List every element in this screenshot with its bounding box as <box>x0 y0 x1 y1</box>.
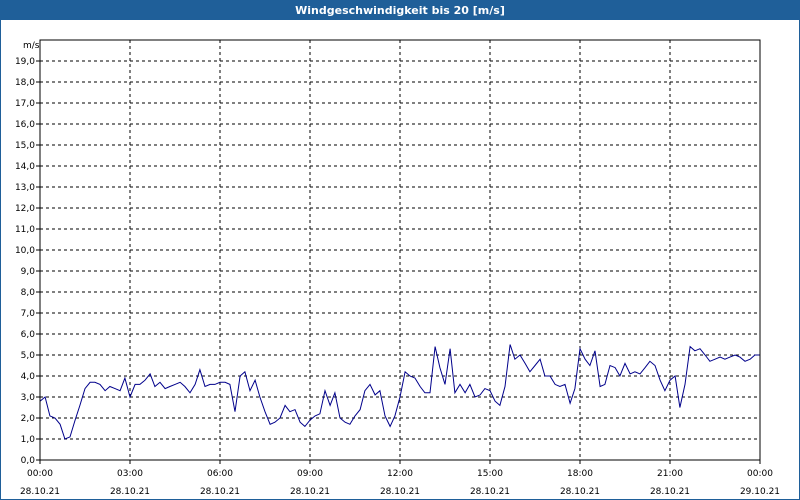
x-tick-date: 28.10.21 <box>650 487 690 497</box>
x-tick-date: 29.10.21 <box>740 487 780 497</box>
y-tick-label: 3,0 <box>21 393 36 403</box>
y-tick-label: 7,0 <box>21 309 36 319</box>
x-tick-date: 28.10.21 <box>470 487 510 497</box>
y-tick-label: 14,0 <box>15 162 35 172</box>
x-tick-time: 00:00 <box>747 469 773 479</box>
y-tick-label: 10,0 <box>15 246 35 256</box>
x-tick-time: 03:00 <box>117 469 143 479</box>
y-tick-label: 6,0 <box>21 330 36 340</box>
x-tick-date: 28.10.21 <box>560 487 600 497</box>
x-tick-date: 28.10.21 <box>380 487 420 497</box>
y-tick-label: 0,0 <box>21 456 36 466</box>
wind-speed-chart: m/s 0,0 1,0 2,0 3,0 4,0 5,0 6,0 7,0 8,0 9,0 10,0 11… <box>15 39 780 497</box>
x-tick-time: 00:00 <box>27 469 53 479</box>
x-tick-time: 15:00 <box>477 469 503 479</box>
y-tick-label: 18,0 <box>15 78 35 88</box>
y-tick-label: 2,0 <box>21 414 36 424</box>
y-tick-label: 11,0 <box>15 225 35 235</box>
y-tick-label: 5,0 <box>21 351 36 361</box>
y-tick-label: 13,0 <box>15 183 35 193</box>
x-tick-date: 28.10.21 <box>200 487 240 497</box>
y-tick-labels: 0,0 1,0 2,0 3,0 4,0 5,0 6,0 7,0 8,0 9,0 10,0 11,0 12… <box>15 57 35 466</box>
x-tick-time: 06:00 <box>207 469 233 479</box>
x-tick-time: 18:00 <box>567 469 593 479</box>
y-tick-label: 16,0 <box>15 120 35 130</box>
y-tick-label: 19,0 <box>15 57 35 67</box>
x-tick-time: 12:00 <box>387 469 413 479</box>
x-tick-date: 28.10.21 <box>290 487 330 497</box>
y-tick-label: 17,0 <box>15 99 35 109</box>
x-tick-labels: 00:00 28.10.21 03:00 28.10.21 06:00 28.10.21 0… <box>20 469 780 497</box>
y-axis-label: m/s <box>23 41 40 51</box>
y-tick-label: 9,0 <box>21 267 36 277</box>
x-tick-time: 09:00 <box>297 469 323 479</box>
x-tick-time: 21:00 <box>657 469 683 479</box>
y-tick-label: 1,0 <box>21 435 36 445</box>
x-tick-date: 28.10.21 <box>110 487 150 497</box>
x-tick-date: 28.10.21 <box>20 487 60 497</box>
grid-lines <box>36 40 761 464</box>
y-tick-label: 8,0 <box>21 288 36 298</box>
y-tick-label: 12,0 <box>15 204 35 214</box>
y-tick-label: 15,0 <box>15 141 35 151</box>
y-tick-label: 4,0 <box>21 372 36 382</box>
